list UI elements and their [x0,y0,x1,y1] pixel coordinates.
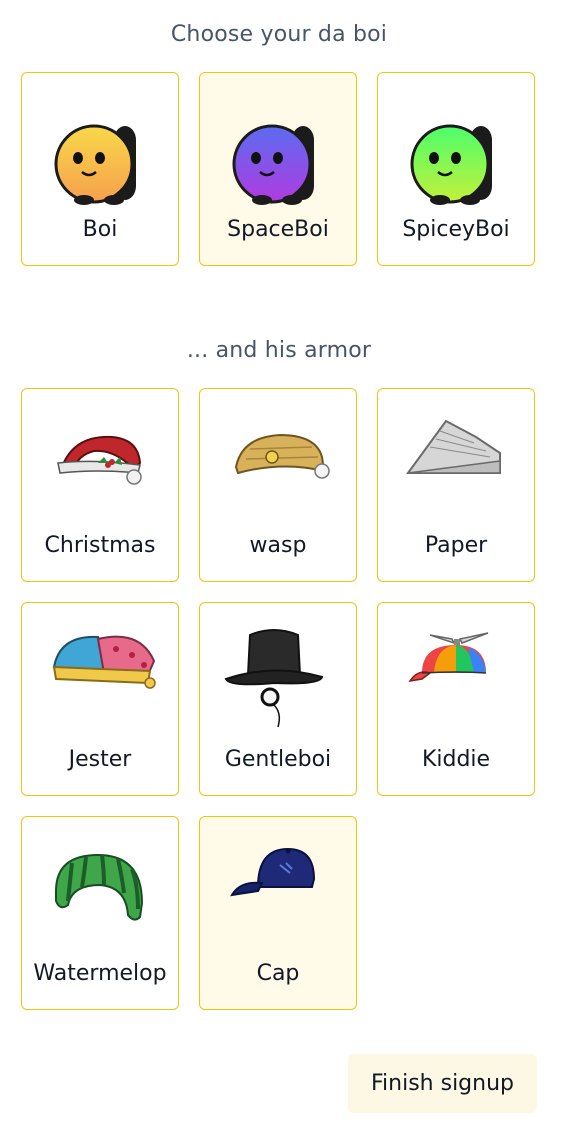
boi-option-label: SpaceBoi [227,217,329,242]
armor-option-watermelop[interactable]: Watermelop [21,816,179,1010]
armor-option-paper[interactable]: Paper [377,388,535,582]
jester-hat-icon [22,603,178,743]
armor-option-gentleboi[interactable]: Gentleboi [199,602,357,796]
armor-option-label: wasp [249,533,307,558]
armor-option-label: Watermelop [33,961,167,986]
armor-option-label: Christmas [44,533,156,558]
baseball-cap-icon [200,817,356,957]
propeller-cap-icon [378,603,534,743]
yellow-boi-icon [22,73,178,213]
armor-option-label: Jester [68,747,132,772]
armor-section-heading: ... and his armor [186,338,372,363]
armor-option-label: Kiddie [421,747,491,772]
boi-option-spaceboi[interactable]: SpaceBoi [199,72,357,266]
santa-hat-icon [22,389,178,529]
armor-option-kiddie[interactable]: Kiddie [377,602,535,796]
armor-option-cap[interactable]: Cap [199,816,357,1010]
green-boi-icon [378,73,534,213]
purple-boi-icon [200,73,356,213]
armor-option-christmas[interactable]: Christmas [21,388,179,582]
boi-option-boi[interactable]: Boi [21,72,179,266]
paper-hat-icon [378,389,534,529]
armor-option-wasp[interactable]: wasp [199,388,357,582]
watermelon-helmet-icon [22,817,178,957]
armor-option-label: Gentleboi [224,747,332,772]
boi-option-label: Boi [82,217,118,242]
armor-option-jester[interactable]: Jester [21,602,179,796]
boi-section-heading: Choose your da boi [170,22,388,47]
wasp-beanie-icon [200,389,356,529]
armor-option-label: Paper [424,533,488,558]
top-hat-monocle-icon [200,603,356,743]
boi-option-spiceyboi[interactable]: SpiceyBoi [377,72,535,266]
boi-option-label: SpiceyBoi [402,217,510,242]
armor-option-label: Cap [256,961,300,986]
finish-signup-button[interactable]: Finish signup [348,1054,537,1113]
